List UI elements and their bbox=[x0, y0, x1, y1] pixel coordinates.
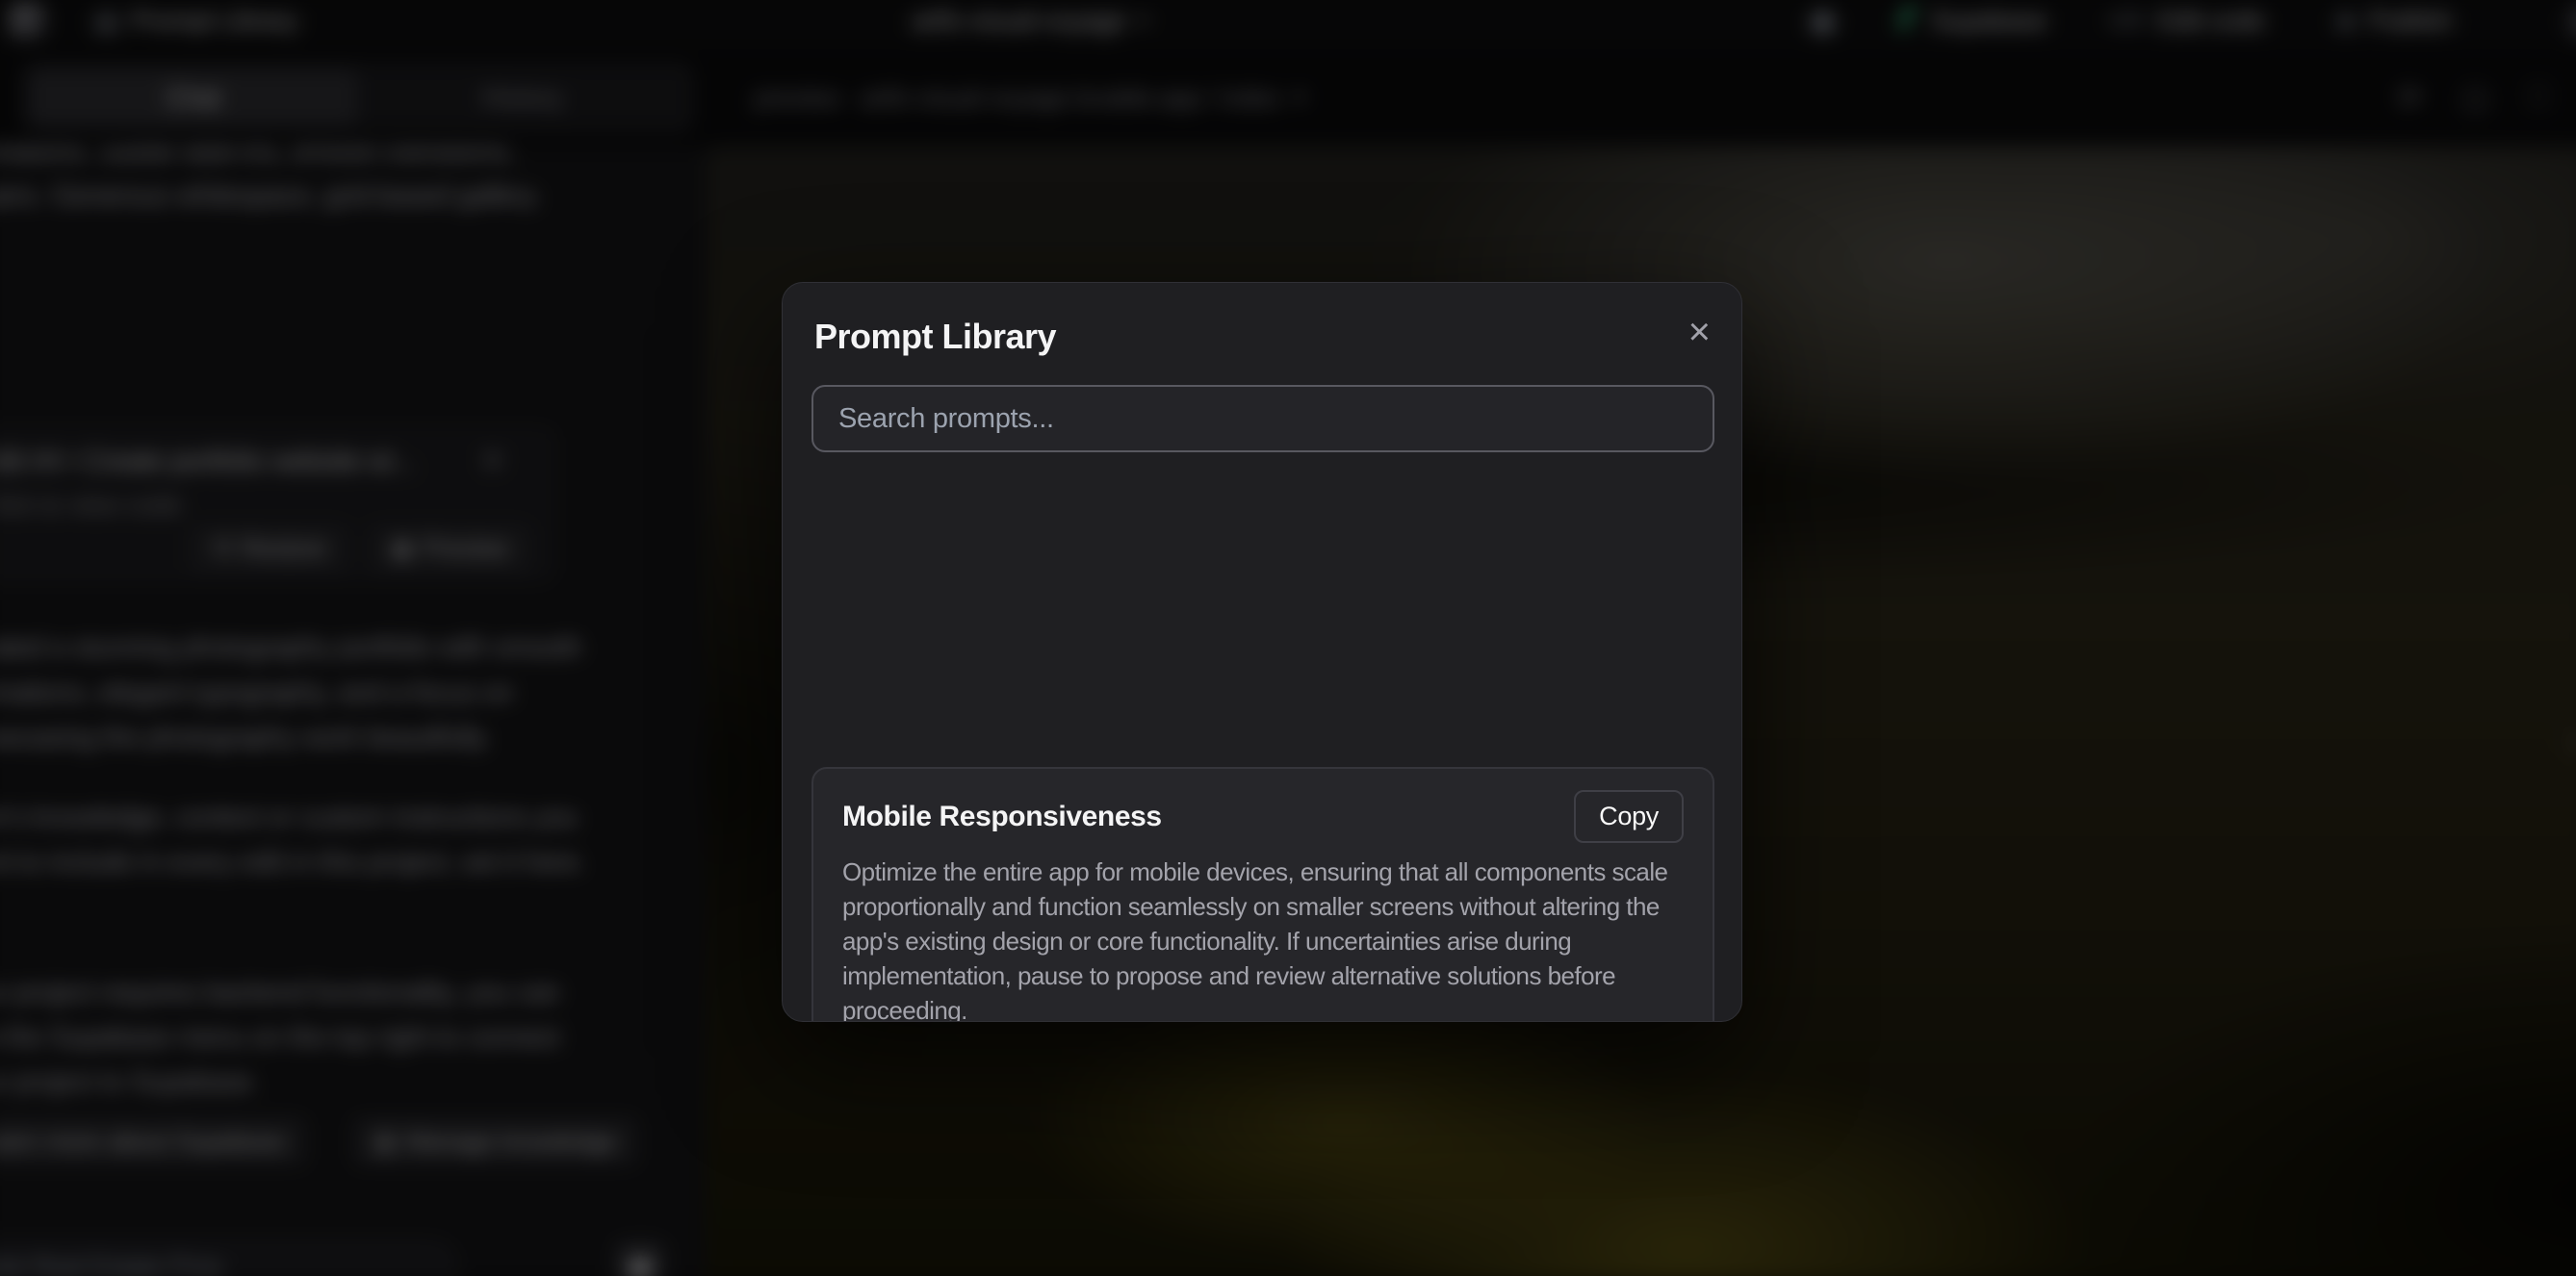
prompt-card-mobile-responsiveness: Mobile Responsiveness Copy Optimize the … bbox=[811, 767, 1714, 1022]
search-input[interactable] bbox=[811, 385, 1714, 452]
prompt-description: Optimize the entire app for mobile devic… bbox=[842, 855, 1684, 1022]
prompt-title: Mobile Responsiveness bbox=[842, 801, 1162, 833]
copy-button[interactable]: Copy bbox=[1574, 790, 1684, 843]
close-icon[interactable]: × bbox=[1688, 316, 1711, 348]
modal-title: Prompt Library bbox=[814, 316, 1056, 358]
prompt-list: Mobile Responsiveness Copy Optimize the … bbox=[811, 767, 1714, 1022]
prompt-library-modal: Prompt Library × Mobile Responsiveness C… bbox=[782, 282, 1742, 1022]
screen: ▤ Prompt Library artfx-visual-voyage ▾ ◉… bbox=[0, 0, 2576, 1276]
